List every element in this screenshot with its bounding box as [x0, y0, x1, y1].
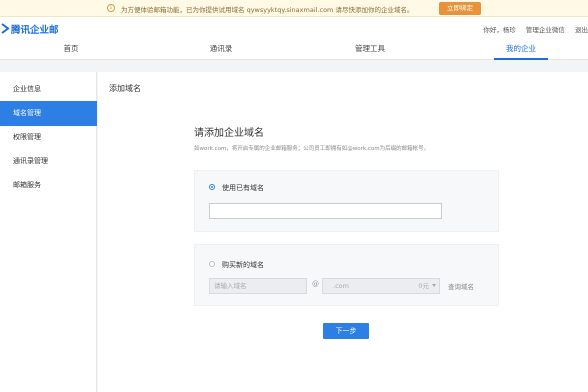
- top-nav: 首页 通讯录 管理工具 我的企业: [0, 41, 588, 60]
- header-links: 你好，杨珍 管理企业微信 退出: [475, 24, 588, 34]
- notice-message: 为方便体验邮箱功能，已为你提供试用域名 qywsyyktqy.sinaxmail…: [121, 6, 414, 14]
- notice-bar: i 为方便体验邮箱功能，已为你提供试用域名 qywsyyktqy.sinaxma…: [0, 0, 588, 17]
- logo-icon: [1, 23, 10, 34]
- existing-domain-card: 使用已有域名: [194, 170, 499, 232]
- logo-text: 腾讯企业邮: [11, 25, 59, 36]
- form-description: 如work.com，将开启专属的企业邮箱服务；公司员工即拥有如@work.com…: [194, 146, 430, 152]
- header: 腾讯企业邮 你好，杨珍 管理企业微信 退出: [0, 17, 588, 41]
- greeting: 你好，杨珍: [483, 26, 516, 34]
- buy-domain-label: 购买新的域名: [222, 261, 264, 269]
- sidebar-item-mail-service[interactable]: 邮箱服务: [0, 173, 97, 198]
- logout-link[interactable]: 退出: [575, 26, 588, 34]
- existing-domain-label: 使用已有域名: [222, 184, 264, 192]
- sidebar-item-permissions[interactable]: 权限管理: [0, 125, 97, 150]
- existing-domain-input[interactable]: [209, 203, 442, 219]
- chevron-down-icon: [432, 284, 436, 287]
- domain-prefix-input[interactable]: 请输入域名: [209, 278, 307, 294]
- info-icon: i: [107, 4, 115, 12]
- domain-suffix-select[interactable]: .com 0元: [322, 278, 440, 294]
- suffix-price: 0元: [418, 282, 429, 290]
- radio-existing-domain[interactable]: [209, 184, 215, 190]
- at-sign: @: [312, 280, 319, 288]
- tab-my-company[interactable]: 我的企业: [494, 44, 548, 60]
- suffix-value: .com: [333, 282, 349, 290]
- main-panel: 添加域名 请添加企业域名 如work.com，将开启专属的企业邮箱服务；公司员工…: [98, 72, 588, 392]
- query-domain-link[interactable]: 查询域名: [448, 281, 474, 291]
- bind-domain-button[interactable]: 立即绑定: [439, 2, 481, 15]
- sidebar: 企业信息 域名管理 权限管理 通讯录管理 邮箱服务: [0, 72, 97, 392]
- form-title: 请添加企业域名: [194, 128, 264, 139]
- tab-contacts[interactable]: 通讯录: [203, 44, 239, 60]
- manage-wechat-link[interactable]: 管理企业微信: [526, 26, 565, 34]
- sidebar-item-contacts-management[interactable]: 通讯录管理: [0, 149, 97, 174]
- tab-admin-tools[interactable]: 管理工具: [350, 44, 390, 60]
- page-title: 添加域名: [109, 84, 141, 93]
- radio-buy-domain[interactable]: [209, 261, 215, 267]
- sidebar-item-company-info[interactable]: 企业信息: [0, 77, 97, 102]
- buy-domain-card: 购买新的域名 请输入域名 @ .com 0元 查询域名: [194, 244, 499, 306]
- next-step-button[interactable]: 下一步: [323, 323, 369, 339]
- tab-home[interactable]: 首页: [56, 44, 86, 60]
- sidebar-item-domain-management[interactable]: 域名管理: [0, 101, 97, 126]
